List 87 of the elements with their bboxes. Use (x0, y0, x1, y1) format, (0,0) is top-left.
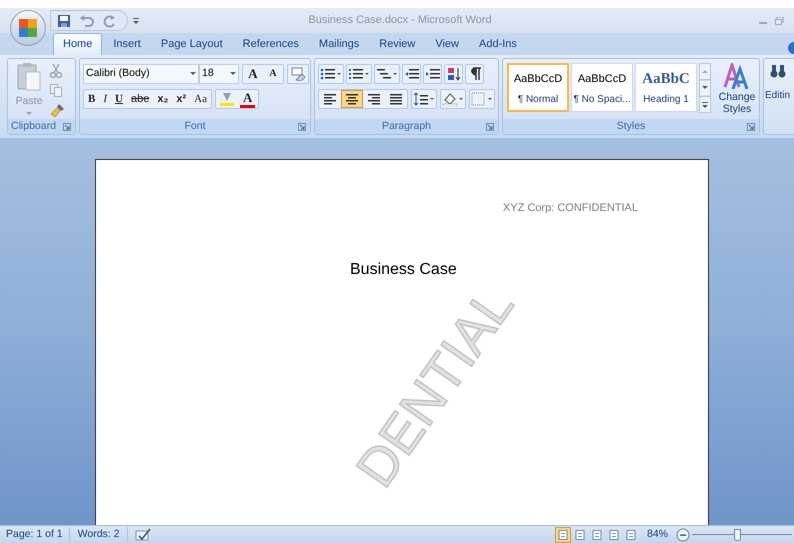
sort-button[interactable] (444, 64, 463, 84)
dropdown-arrow-icon (190, 72, 196, 76)
sort-icon (446, 67, 461, 81)
font-size-field[interactable]: 18 (199, 64, 239, 84)
view-button[interactable] (554, 526, 571, 542)
zoom-slider[interactable] (692, 528, 792, 540)
highlighter-icon[interactable] (218, 91, 237, 107)
style-gallery-item[interactable]: AaBbC Heading 1 (635, 63, 697, 112)
superscript-button[interactable]: x² (172, 90, 190, 108)
copy-icon[interactable] (50, 84, 62, 97)
ribbon-tab[interactable]: Mailings (310, 33, 368, 55)
group-label: Font (184, 118, 206, 134)
decrease-indent-icon (404, 67, 419, 81)
save-icon[interactable] (57, 14, 71, 28)
office-button[interactable] (10, 10, 46, 46)
shading-button[interactable] (440, 89, 466, 109)
letters-icon (723, 63, 751, 91)
bullets-button[interactable] (318, 64, 344, 84)
subscript-button[interactable]: x₂ (153, 90, 172, 108)
word-count[interactable]: Words: 2 (70, 526, 128, 542)
multilevel-list-button[interactable] (374, 64, 400, 84)
slider-thumb[interactable] (734, 528, 741, 540)
strikethrough-button[interactable]: abe (126, 90, 154, 108)
line-spacing-icon (413, 92, 435, 106)
office-logo-icon (18, 18, 38, 38)
group-label: Clipboard (11, 118, 56, 134)
redo-icon[interactable] (103, 14, 117, 28)
clipboard-icon (16, 62, 42, 92)
dialog-launcher-icon[interactable] (63, 122, 71, 130)
increase-indent-button[interactable] (423, 64, 442, 84)
proofing-check-icon[interactable] (134, 528, 152, 542)
ribbon-tab[interactable]: Add-Ins (470, 33, 526, 55)
align-left-icon (323, 92, 337, 106)
borders-button[interactable] (469, 89, 495, 109)
bold-button[interactable]: B (84, 90, 100, 108)
zoom-out-icon[interactable] (676, 528, 690, 542)
page-header-text: XYZ Corp: CONFIDENTIAL (502, 201, 638, 216)
numbering-button[interactable] (346, 64, 372, 84)
shrink-font-button[interactable]: A (263, 65, 283, 83)
group-label: Styles (616, 118, 646, 134)
ribbon-tab[interactable]: View (426, 33, 468, 55)
ribbon-tab[interactable]: Page Layout (152, 33, 232, 55)
binoculars-icon (770, 64, 786, 78)
underline-button[interactable]: U (111, 90, 127, 108)
grow-font-button[interactable]: A (243, 65, 263, 83)
dialog-launcher-icon[interactable] (486, 122, 494, 130)
clear-formatting-button[interactable] (287, 64, 309, 84)
document-title: Business Case (350, 260, 457, 280)
dialog-launcher-icon[interactable] (747, 122, 755, 130)
borders-icon (471, 92, 493, 106)
window-title: Business Case.docx - Microsoft Word (307, 13, 493, 28)
numbering-icon (348, 67, 370, 81)
align-center-icon (345, 92, 359, 106)
group-label: Paragraph (382, 118, 432, 134)
paintbrush-icon[interactable] (50, 103, 65, 118)
ribbon-tab[interactable]: Insert (104, 33, 150, 55)
shading-icon (442, 92, 464, 106)
align-justify-icon (389, 92, 403, 106)
decrease-indent-button[interactable] (402, 64, 421, 84)
style-gallery-item[interactable]: AaBbCcD ¶ No Spaci... (571, 63, 633, 112)
dialog-launcher-icon[interactable] (298, 122, 306, 130)
show-formatting-button[interactable] (465, 64, 484, 84)
increase-indent-icon (425, 67, 440, 81)
line-spacing-button[interactable] (411, 89, 437, 109)
page-count[interactable]: Page: 1 of 1 (0, 526, 70, 542)
ribbon-tab[interactable]: Review (370, 33, 424, 55)
style-gallery-item[interactable]: AaBbCcD ¶ Normal (507, 63, 569, 112)
align-right-icon (367, 92, 381, 106)
italic-button[interactable]: I (99, 90, 112, 108)
customize-menu-icon[interactable] (132, 16, 140, 26)
eraser-icon (290, 67, 306, 81)
gallery-scroll-icon[interactable] (699, 63, 711, 113)
dropdown-arrow-icon (230, 72, 236, 76)
scissors-icon[interactable] (50, 64, 62, 78)
change-styles-button[interactable]: Change Styles (717, 63, 757, 115)
print-layout-icon (558, 530, 568, 540)
undo-icon[interactable] (79, 14, 95, 28)
bullets-icon (320, 67, 342, 81)
dropdown-arrow-icon (26, 112, 32, 116)
restore-icon[interactable] (775, 16, 784, 24)
ribbon-tab[interactable]: References (234, 33, 308, 55)
zoom-level[interactable]: 84% (646, 526, 668, 542)
change-case-button[interactable]: Aa (190, 90, 211, 108)
ribbon-tab[interactable]: Home (53, 33, 102, 55)
align-center-button[interactable] (341, 90, 363, 108)
multilevel-list-icon (376, 67, 398, 81)
font-name-field[interactable]: Calibri (Body) (83, 64, 199, 84)
